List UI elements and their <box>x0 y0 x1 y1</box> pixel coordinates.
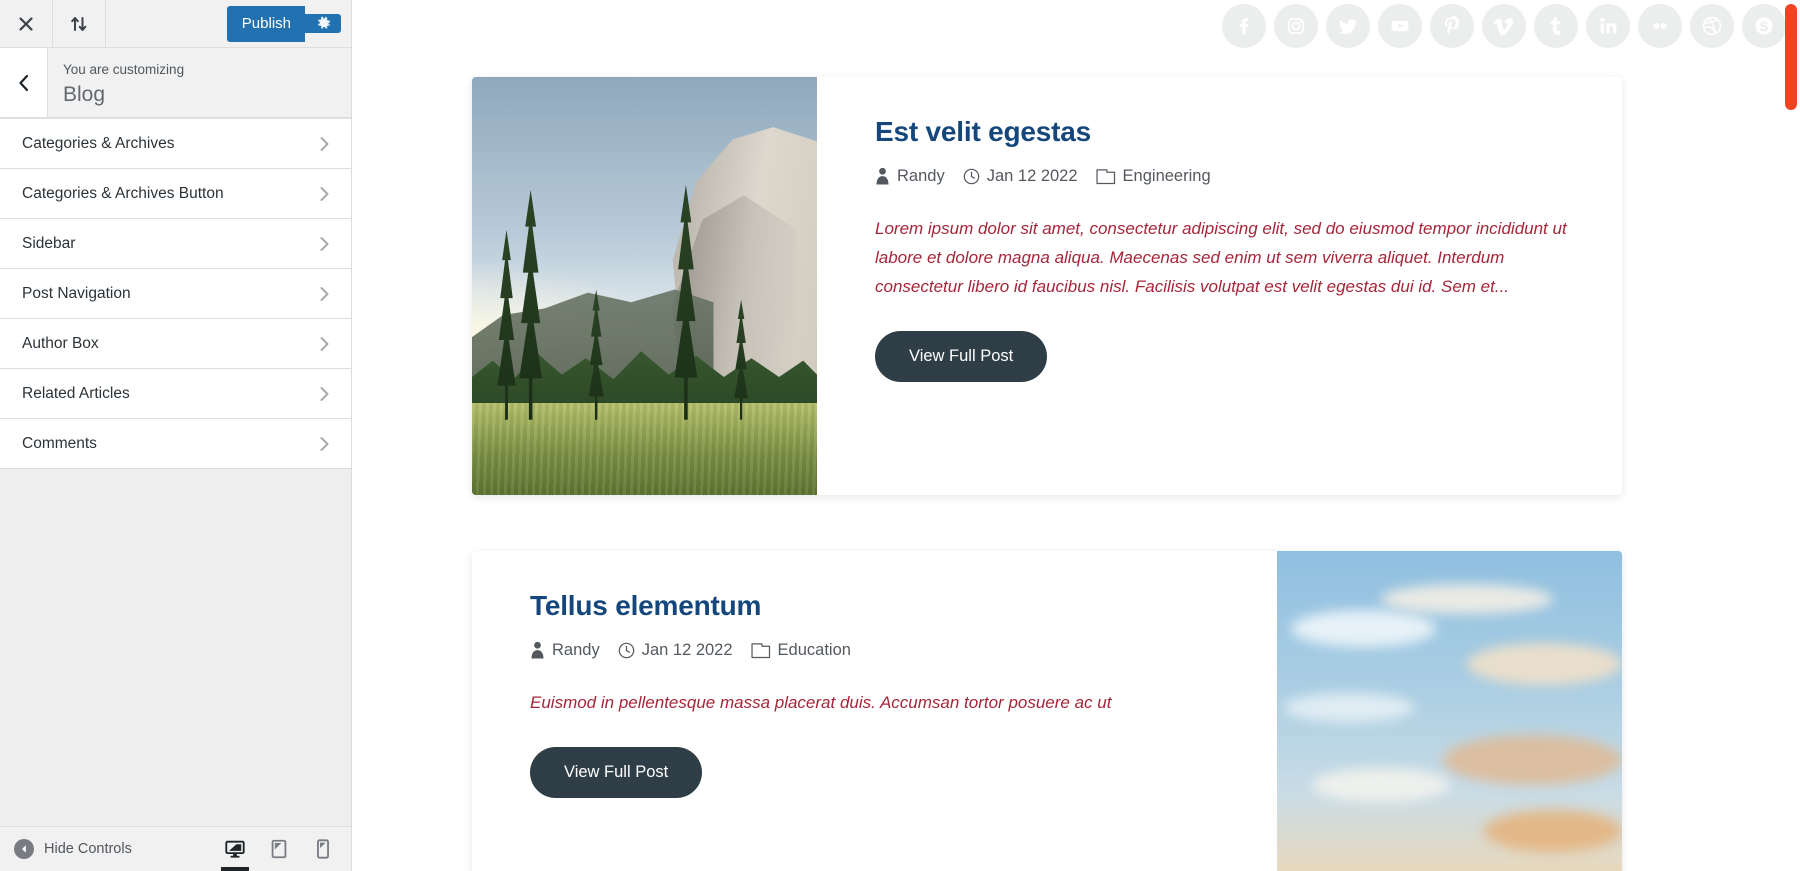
desktop-icon[interactable] <box>213 827 257 871</box>
scrollbar-thumb[interactable] <box>1785 4 1797 110</box>
skype-icon[interactable] <box>1742 4 1786 48</box>
publish-button[interactable]: Publish <box>226 5 305 42</box>
post-excerpt: Euismod in pellentesque massa placerat d… <box>530 692 1112 712</box>
post-meta: Randy Jan 12 2022 <box>530 641 1219 660</box>
customizer-panel-header: You are customizing Blog <box>0 48 351 118</box>
clock-icon <box>963 168 980 185</box>
sidebar-item-categories-archives[interactable]: Categories & Archives <box>0 119 351 169</box>
vimeo-icon[interactable] <box>1482 4 1526 48</box>
post-date-text: Jan 12 2022 <box>986 166 1078 185</box>
clock-icon <box>618 642 635 659</box>
page-title: Blog <box>63 83 106 107</box>
customizer-app: Publish You are customizing Blog Categor… <box>0 0 1800 871</box>
preview-viewport: Est velit egestas Randy Jan 12 2022 Engi… <box>352 0 1800 871</box>
chevron-right-icon <box>318 285 331 303</box>
post-thumbnail[interactable] <box>1277 551 1622 871</box>
post-content: Est velit egestas Randy Jan 12 2022 Engi… <box>817 77 1622 495</box>
sidebar-empty-space <box>0 469 351 826</box>
site-preview: Est velit egestas Randy Jan 12 2022 Engi… <box>352 0 1800 871</box>
post-date: Jan 12 2022 <box>618 641 733 660</box>
user-icon <box>875 167 890 185</box>
twitter-icon[interactable] <box>1326 4 1370 48</box>
view-full-post-button[interactable]: View Full Post <box>530 746 703 798</box>
linkedin-icon[interactable] <box>1586 4 1630 48</box>
chevron-right-icon <box>318 135 331 153</box>
sidebar-item-post-navigation[interactable]: Post Navigation <box>0 269 351 319</box>
instagram-icon[interactable] <box>1274 4 1318 48</box>
post-category: Education <box>750 641 851 660</box>
close-x-icon[interactable] <box>0 0 53 47</box>
post-card[interactable]: Tellus elementum Randy Jan 12 2022 Educa… <box>472 551 1622 871</box>
customizer-topbar: Publish <box>0 0 351 48</box>
post-thumbnail[interactable] <box>472 77 817 495</box>
post-category-name[interactable]: Engineering <box>1123 167 1211 186</box>
post-date-text: Jan 12 2022 <box>641 640 733 659</box>
customizer-section-list: Categories & Archives Categories & Archiv… <box>0 118 351 469</box>
chevron-right-icon <box>318 435 331 453</box>
post-category: Engineering <box>1095 167 1211 186</box>
sidebar-item-label: Author Box <box>22 334 99 352</box>
panel-title-group: You are customizing Blog <box>48 48 184 117</box>
post-date: Jan 12 2022 <box>963 167 1078 186</box>
device-preview-group <box>213 827 345 871</box>
post-author-name: Randy <box>897 166 945 185</box>
chevron-right-icon <box>318 335 331 353</box>
yosemite-valley-photo <box>472 77 817 495</box>
post-meta: Randy Jan 12 2022 <box>875 167 1580 186</box>
chevron-right-icon <box>318 235 331 253</box>
youtube-icon[interactable] <box>1378 4 1422 48</box>
post-card[interactable]: Est velit egestas Randy Jan 12 2022 Engi… <box>472 77 1622 495</box>
collapse-left-icon <box>14 839 34 859</box>
sidebar-item-label: Post Navigation <box>22 284 131 302</box>
sidebar-item-label: Sidebar <box>22 234 76 252</box>
user-icon <box>530 641 545 659</box>
post-author: Randy <box>875 167 945 186</box>
chevron-left-icon[interactable] <box>0 48 48 117</box>
view-full-post-button[interactable]: View Full Post <box>875 331 1048 383</box>
post-author: Randy <box>530 641 600 660</box>
post-author-name: Randy <box>552 640 600 659</box>
sidebar-item-label: Categories & Archives Button <box>22 184 224 202</box>
facebook-icon[interactable] <box>1222 4 1266 48</box>
sunset-clouds-photo <box>1277 551 1622 871</box>
customizer-sidebar: Publish You are customizing Blog Categor… <box>0 0 352 871</box>
tablet-icon[interactable] <box>257 827 301 871</box>
sidebar-item-label: Comments <box>22 434 97 452</box>
sidebar-item-label: Categories & Archives <box>22 134 175 152</box>
post-excerpt: Lorem ipsum dolor sit amet, consectetur … <box>875 218 1567 297</box>
hide-controls-button[interactable]: Hide Controls <box>14 839 132 859</box>
customizing-label: You are customizing <box>63 62 185 77</box>
pinterest-icon[interactable] <box>1430 4 1474 48</box>
hide-controls-label: Hide Controls <box>44 841 132 857</box>
folder-icon <box>750 642 771 659</box>
gear-icon[interactable] <box>305 14 341 33</box>
preview-scrollbar[interactable] <box>1784 0 1798 871</box>
sidebar-item-related-articles[interactable]: Related Articles <box>0 369 351 419</box>
post-category-name[interactable]: Education <box>778 641 851 660</box>
post-content: Tellus elementum Randy Jan 12 2022 Educa… <box>472 551 1277 871</box>
sidebar-item-label: Related Articles <box>22 384 130 402</box>
sidebar-item-author-box[interactable]: Author Box <box>0 319 351 369</box>
chevron-right-icon <box>318 385 331 403</box>
post-title[interactable]: Est velit egestas <box>875 115 1580 149</box>
post-list: Est velit egestas Randy Jan 12 2022 Engi… <box>352 52 1800 871</box>
publish-group: Publish <box>226 0 351 47</box>
sidebar-item-categories-archives-button[interactable]: Categories & Archives Button <box>0 169 351 219</box>
mobile-icon[interactable] <box>301 827 345 871</box>
tumblr-icon[interactable] <box>1534 4 1578 48</box>
dribbble-icon[interactable] <box>1690 4 1734 48</box>
folder-icon <box>1095 168 1116 185</box>
flickr-icon[interactable] <box>1638 4 1682 48</box>
sidebar-item-sidebar[interactable]: Sidebar <box>0 219 351 269</box>
customizer-footer: Hide Controls <box>0 826 351 871</box>
sidebar-item-comments[interactable]: Comments <box>0 419 351 469</box>
chevron-right-icon <box>318 185 331 203</box>
up-down-arrows-icon[interactable] <box>53 0 106 47</box>
social-links-bar <box>352 0 1800 52</box>
post-title[interactable]: Tellus elementum <box>530 589 1219 623</box>
